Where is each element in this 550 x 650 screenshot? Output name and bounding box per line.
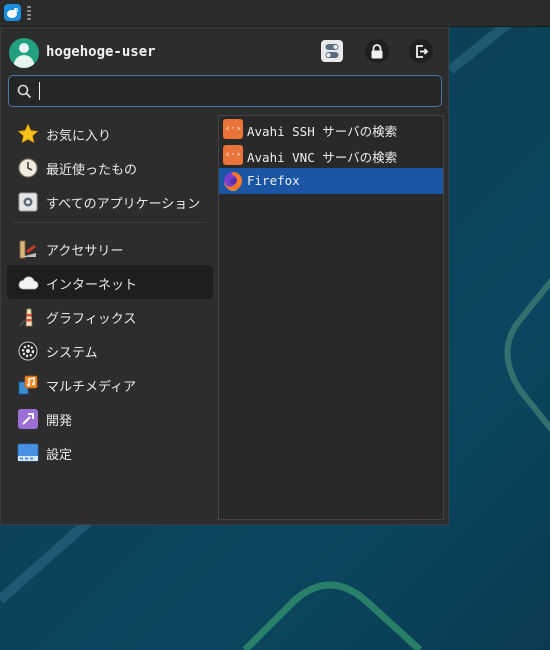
settings-button[interactable] [321, 40, 343, 62]
category-multimedia[interactable]: マルチメディア [7, 367, 213, 401]
category-label: 開発 [46, 414, 73, 429]
category-label: すべてのアプリケーション [46, 197, 201, 212]
settings-icon [325, 44, 339, 58]
top-panel [0, 0, 550, 27]
category-label: マルチメディア [46, 380, 137, 395]
app-item-avahi-vnc[interactable]: ‹·› Avahi VNC サーバの検索 [219, 142, 443, 168]
system-gear-icon [18, 341, 38, 361]
search-input[interactable] [37, 80, 439, 104]
graphics-icon [19, 308, 33, 327]
lock-button[interactable] [365, 39, 389, 63]
accessories-icon [19, 240, 36, 259]
network-browse-icon: ‹·› [223, 145, 243, 165]
lock-icon [371, 43, 383, 58]
app-item-firefox[interactable]: Firefox [219, 168, 443, 194]
app-label: Firefox [247, 173, 300, 188]
category-favorites[interactable]: お気に入り [7, 116, 213, 150]
category-recent[interactable]: 最近使ったもの [7, 150, 213, 184]
category-label: システム [46, 346, 98, 361]
logout-button[interactable] [409, 39, 433, 63]
category-list: お気に入り 最近使ったもの すべてのアプリケーション アクセサリー インターネッ… [7, 116, 213, 469]
category-label: アクセサリー [46, 244, 124, 259]
multimedia-icon [18, 375, 38, 395]
logout-icon [415, 44, 428, 58]
internet-cloud-icon [18, 276, 39, 290]
app-label: Avahi VNC サーバの検索 [247, 150, 398, 165]
category-label: インターネット [46, 278, 138, 293]
menu-header: hogehoge-user [1, 28, 450, 74]
text-caret [39, 82, 40, 100]
settings-panel-icon [17, 443, 39, 462]
category-label: 最近使ったもの [46, 163, 138, 178]
all-apps-icon [18, 192, 38, 212]
application-list: ‹·› Avahi SSH サーバの検索 ‹·› Avahi VNC サーバの検… [218, 115, 444, 520]
xfce-logo-icon[interactable] [4, 4, 21, 21]
whisker-menu: hogehoge-user お気に入り 最近使ったもの すべてのアプリケーション… [0, 27, 449, 525]
category-development[interactable]: 開発 [7, 401, 213, 435]
category-all-applications[interactable]: すべてのアプリケーション [7, 184, 213, 218]
app-item-avahi-ssh[interactable]: ‹·› Avahi SSH サーバの検索 [219, 116, 443, 142]
category-label: お気に入り [46, 129, 112, 144]
category-internet[interactable]: インターネット [7, 265, 213, 299]
category-graphics[interactable]: グラフィックス [7, 299, 213, 333]
search-icon [17, 84, 32, 99]
category-settings[interactable]: 設定 [7, 435, 213, 469]
star-icon [17, 123, 39, 144]
category-separator [13, 222, 207, 223]
category-accessories[interactable]: アクセサリー [7, 231, 213, 265]
category-label: 設定 [46, 448, 73, 463]
panel-grip-handle[interactable] [27, 6, 31, 20]
avatar [9, 38, 39, 68]
category-label: グラフィックス [46, 312, 137, 327]
app-label: Avahi SSH サーバの検索 [247, 124, 398, 139]
firefox-icon [224, 172, 242, 191]
category-system[interactable]: システム [7, 333, 213, 367]
network-browse-icon: ‹·› [223, 119, 243, 139]
username-label: hogehoge-user [46, 44, 156, 60]
search-box[interactable] [8, 75, 442, 107]
development-icon [18, 409, 38, 429]
recent-icon [18, 158, 38, 178]
